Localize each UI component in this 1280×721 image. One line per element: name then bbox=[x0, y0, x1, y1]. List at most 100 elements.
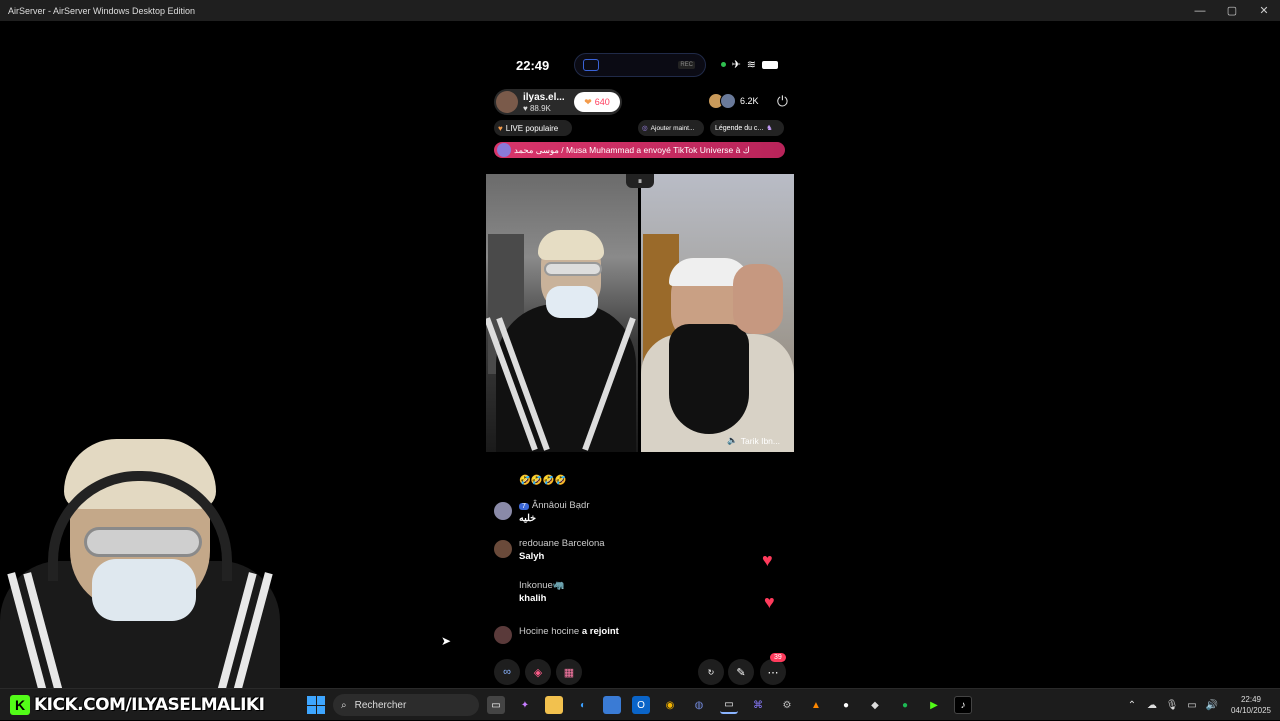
legend-label: Légende du c... bbox=[715, 124, 764, 132]
chat-username[interactable]: Inkonue🦏 bbox=[519, 580, 565, 591]
chat-join-notice[interactable]: Hocine hocine a rejoint bbox=[519, 626, 619, 637]
airserver-icon[interactable]: ▭ bbox=[720, 696, 738, 714]
floating-heart-icon: ♥ bbox=[764, 592, 775, 612]
join-text: a rejoint bbox=[581, 626, 619, 637]
streamer-webcam bbox=[0, 431, 280, 691]
live-action-bar: ∞ ◈ ▦ ↻ ✎ ⋯ 39 bbox=[494, 653, 786, 685]
floating-heart-icon: ♥ bbox=[762, 550, 773, 570]
chat-text: 🤣🤣🤣🤣 bbox=[519, 475, 567, 486]
banner-text: موسى محمد / Musa Muhammad a envoyé TikTo… bbox=[514, 144, 750, 155]
chat-avatar[interactable] bbox=[494, 540, 512, 558]
battery-icon bbox=[762, 60, 778, 69]
gift-menu-icon[interactable]: ▦ bbox=[556, 659, 582, 685]
chat-avatar[interactable] bbox=[494, 626, 512, 644]
chat-text: khalih bbox=[519, 593, 547, 604]
obs-icon[interactable]: ● bbox=[837, 696, 855, 714]
wifi-icon: ≋ bbox=[746, 59, 756, 71]
legend-button[interactable]: Légende du c... ♞ bbox=[710, 120, 784, 136]
speaker-icon: 🔈 bbox=[727, 435, 738, 445]
discord-icon[interactable]: ◍ bbox=[690, 696, 708, 714]
chrome-icon[interactable]: ◉ bbox=[661, 696, 679, 714]
kick-app-icon[interactable]: ▶ bbox=[925, 696, 943, 714]
host-mask bbox=[546, 286, 598, 318]
kick-url: KICK.COM/ILYASELMALIKI bbox=[34, 695, 265, 715]
live-battle-video[interactable]: 🔈 Tarik Ibn... ⏸ bbox=[486, 174, 794, 452]
windows-start-icon[interactable] bbox=[307, 696, 325, 714]
multi-guest-icon[interactable]: ◈ bbox=[525, 659, 551, 685]
streamer-sunglasses bbox=[84, 527, 202, 557]
task-view-icon[interactable]: ▭ bbox=[487, 696, 505, 714]
spotify-icon[interactable]: ● bbox=[896, 696, 914, 714]
file-explorer-icon[interactable] bbox=[545, 696, 563, 714]
host-camera-feed[interactable] bbox=[486, 174, 638, 452]
edge-icon[interactable]: ◐ bbox=[574, 696, 592, 714]
kick-overlay: K KICK.COM/ILYASELMALIKI bbox=[10, 694, 265, 716]
guest-camera-feed[interactable]: 🔈 Tarik Ibn... bbox=[641, 174, 794, 452]
more-icon[interactable]: ⋯ bbox=[760, 659, 786, 685]
power-icon[interactable]: ⏻ bbox=[777, 93, 788, 110]
gift-counter[interactable]: ❤ 640 bbox=[574, 92, 620, 112]
chat-avatar[interactable] bbox=[494, 502, 512, 520]
gift-banner: موسى محمد / Musa Muhammad a envoyé TikTo… bbox=[494, 142, 785, 158]
tiktok-studio-icon[interactable]: ♪ bbox=[954, 696, 972, 714]
system-tray: ⌃ ☁ 🎙 ▭ 🔊 22:49 04/10/2025 bbox=[1122, 689, 1280, 721]
taskbar-search[interactable]: ⌕ Rechercher bbox=[333, 694, 479, 716]
heart-gift-icon: ❤ bbox=[584, 96, 592, 107]
guest-hand bbox=[733, 264, 783, 334]
volume-icon[interactable]: 🔊 bbox=[1202, 700, 1222, 711]
add-button[interactable]: ◎ Ajouter maint... bbox=[638, 120, 704, 136]
search-icon: ⌕ bbox=[341, 699, 347, 711]
notification-badge: 39 bbox=[770, 653, 786, 662]
live-popular-badge[interactable]: ♥ LIVE populaire bbox=[494, 120, 572, 136]
microphone-icon[interactable]: 🎙 bbox=[1162, 700, 1182, 711]
chevron-up-icon[interactable]: ⌃ bbox=[1122, 700, 1142, 711]
heart-icon: ♥ bbox=[523, 104, 530, 113]
legend-avatar-icon: ♞ bbox=[766, 125, 773, 132]
live-popular-label: LIVE populaire bbox=[505, 123, 559, 133]
capcut-icon[interactable]: ◆ bbox=[866, 696, 884, 714]
chat-username[interactable]: redouane Barcelona bbox=[519, 538, 605, 549]
store-icon[interactable] bbox=[603, 696, 621, 714]
link-icon[interactable]: ∞ bbox=[494, 659, 520, 685]
taskbar-clock[interactable]: 22:49 04/10/2025 bbox=[1222, 694, 1280, 716]
host-name: ilyas.el... bbox=[523, 92, 565, 103]
minimize-button[interactable]: — bbox=[1184, 0, 1216, 21]
gift-count: 640 bbox=[594, 97, 610, 107]
island-tag: REC bbox=[678, 61, 695, 69]
guest-label[interactable]: 🔈 Tarik Ibn... bbox=[727, 435, 780, 446]
viewer-avatar bbox=[720, 93, 736, 109]
chat-username: Hocine hocine bbox=[519, 626, 580, 637]
chat-user[interactable]: 7 Ânnâoui Bạdr bbox=[519, 500, 589, 511]
gamepad-icon[interactable]: ⌘ bbox=[749, 696, 767, 714]
heart-icon: ♥ bbox=[498, 123, 503, 133]
host-hair bbox=[538, 230, 604, 260]
screen-mirror-icon bbox=[583, 59, 599, 71]
camera-indicator-icon bbox=[720, 62, 726, 67]
vlc-icon[interactable]: ▲ bbox=[807, 696, 825, 714]
share-icon[interactable]: ↻ bbox=[698, 659, 724, 685]
mouse-cursor-icon: ➤ bbox=[441, 634, 452, 648]
swirl-icon: ◎ bbox=[642, 125, 648, 132]
kick-logo-icon: K bbox=[10, 695, 30, 715]
magic-wand-icon[interactable]: ✎ bbox=[728, 659, 754, 685]
status-icons: ✈ ≋ bbox=[720, 58, 778, 71]
network-icon[interactable]: ▭ bbox=[1182, 700, 1202, 711]
add-label: Ajouter maint... bbox=[650, 124, 695, 132]
split-view-icon[interactable]: ⏸ bbox=[626, 174, 654, 188]
outlook-icon[interactable]: O bbox=[632, 696, 650, 714]
host-avatar[interactable] bbox=[496, 91, 518, 113]
phone-screen: 22:49 REC ✈ ≋ ilyas.el... ♥ 88.9K ❤ 640 … bbox=[486, 42, 794, 709]
cloud-icon[interactable]: ☁ bbox=[1142, 700, 1162, 711]
host-sunglasses bbox=[544, 262, 602, 276]
maximize-button[interactable]: ▢ bbox=[1216, 0, 1248, 21]
airplane-icon: ✈ bbox=[731, 59, 741, 71]
banner-avatar bbox=[497, 143, 511, 157]
steam-icon[interactable]: ⚙ bbox=[778, 696, 796, 714]
chat-username: Ânnâoui Bạdr bbox=[531, 500, 590, 511]
viewer-count[interactable]: 6.2K bbox=[708, 93, 759, 109]
host-likes-value: 88.9K bbox=[529, 104, 551, 113]
close-button[interactable]: ✕ bbox=[1248, 0, 1280, 21]
copilot-icon[interactable]: ✦ bbox=[516, 696, 534, 714]
clock-date: 04/10/2025 bbox=[1230, 706, 1272, 715]
clock-time: 22:49 bbox=[1240, 695, 1262, 704]
